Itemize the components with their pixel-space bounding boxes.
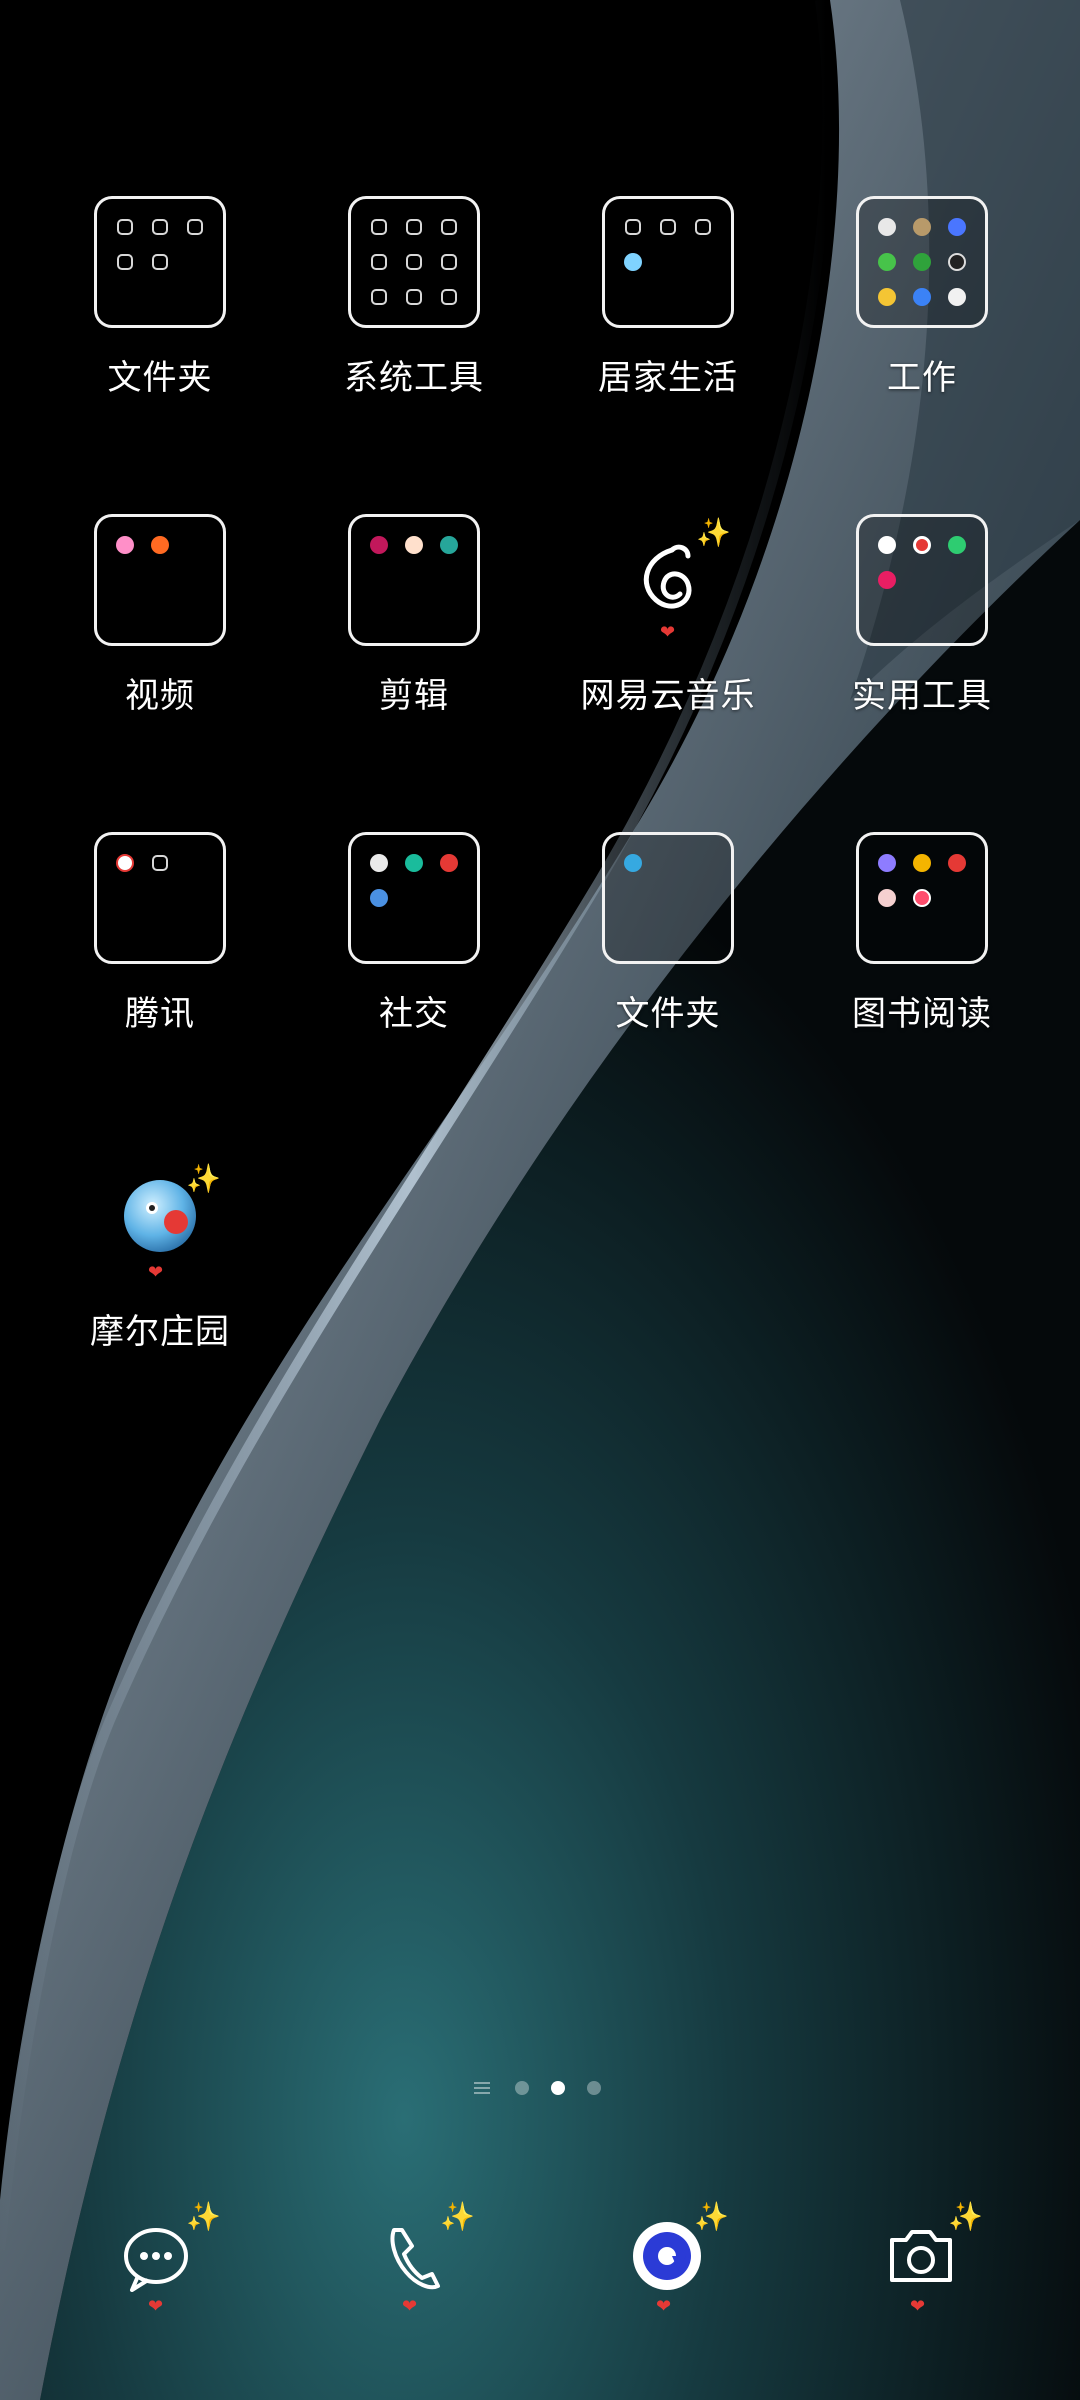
sparkle-icon: ✨ bbox=[186, 2200, 221, 2233]
folder-tencent[interactable]: 腾讯 bbox=[40, 832, 280, 1082]
folder-video[interactable]: 视频 bbox=[40, 514, 280, 764]
heart-icon: ❤ bbox=[402, 2296, 418, 2317]
folder-social[interactable]: 社交 bbox=[294, 832, 534, 1082]
heart-icon: ❤ bbox=[148, 2296, 164, 2317]
app-label: 社交 bbox=[379, 994, 449, 1034]
page-dot-active bbox=[551, 2081, 565, 2095]
folder-system-tools[interactable]: 系统工具 bbox=[294, 196, 534, 446]
sparkle-icon: ✨ bbox=[694, 2200, 729, 2233]
app-label: 系统工具 bbox=[344, 358, 484, 398]
sparkle-icon: ✨ bbox=[696, 516, 731, 549]
app-label: 图书阅读 bbox=[852, 994, 992, 1034]
folder-editing[interactable]: 剪辑 bbox=[294, 514, 534, 764]
folder-icon bbox=[856, 514, 988, 646]
folder-icon bbox=[94, 514, 226, 646]
folder-files[interactable]: 文件夹 bbox=[40, 196, 280, 446]
folder-icon bbox=[856, 196, 988, 328]
folder-icon bbox=[856, 832, 988, 964]
folder-utilities[interactable]: 实用工具 bbox=[802, 514, 1042, 764]
page-dot bbox=[587, 2081, 601, 2095]
page-indicator[interactable] bbox=[470, 2076, 610, 2102]
folder-home-life[interactable]: 居家生活 bbox=[548, 196, 788, 446]
folder-icon bbox=[348, 832, 480, 964]
heart-icon: ❤ bbox=[148, 1262, 164, 1283]
app-label: 实用工具 bbox=[852, 676, 992, 716]
app-netease-music[interactable]: ✨ ❤ 网易云音乐 bbox=[548, 514, 788, 764]
dock-browser[interactable]: ✨ ❤ bbox=[612, 2200, 729, 2317]
app-label: 工作 bbox=[887, 358, 957, 398]
dock-messages[interactable]: ✨ ❤ bbox=[104, 2200, 221, 2317]
app-label: 文件夹 bbox=[615, 994, 721, 1034]
app-label: 剪辑 bbox=[379, 676, 449, 716]
app-label: 网易云音乐 bbox=[580, 676, 756, 716]
page-dot bbox=[515, 2081, 529, 2095]
sparkle-icon: ✨ bbox=[948, 2200, 983, 2233]
dock-phone[interactable]: ✨ ❤ bbox=[358, 2200, 475, 2317]
app-mole-manor[interactable]: ✨ ❤ 摩尔庄园 bbox=[40, 1150, 280, 1400]
folder-icon bbox=[94, 832, 226, 964]
folder-icon bbox=[94, 196, 226, 328]
app-label: 摩尔庄园 bbox=[90, 1312, 230, 1352]
heart-icon: ❤ bbox=[656, 2296, 672, 2317]
app-label: 文件夹 bbox=[107, 358, 213, 398]
dock-camera[interactable]: ✨ ❤ bbox=[866, 2200, 983, 2317]
sparkle-icon: ✨ bbox=[186, 1162, 221, 1195]
folder-icon bbox=[602, 196, 734, 328]
app-label: 视频 bbox=[125, 676, 195, 716]
folder-icon bbox=[602, 832, 734, 964]
folder-books[interactable]: 图书阅读 bbox=[802, 832, 1042, 1082]
folder-icon bbox=[348, 514, 480, 646]
app-label: 居家生活 bbox=[598, 358, 738, 398]
menu-lines-icon bbox=[474, 2082, 490, 2094]
folder-work[interactable]: 工作 bbox=[802, 196, 1042, 446]
sparkle-icon: ✨ bbox=[440, 2200, 475, 2233]
heart-icon: ❤ bbox=[910, 2296, 926, 2317]
folder-icon bbox=[348, 196, 480, 328]
heart-icon: ❤ bbox=[660, 622, 676, 643]
folder-files-2[interactable]: 文件夹 bbox=[548, 832, 788, 1082]
app-label: 腾讯 bbox=[125, 994, 195, 1034]
